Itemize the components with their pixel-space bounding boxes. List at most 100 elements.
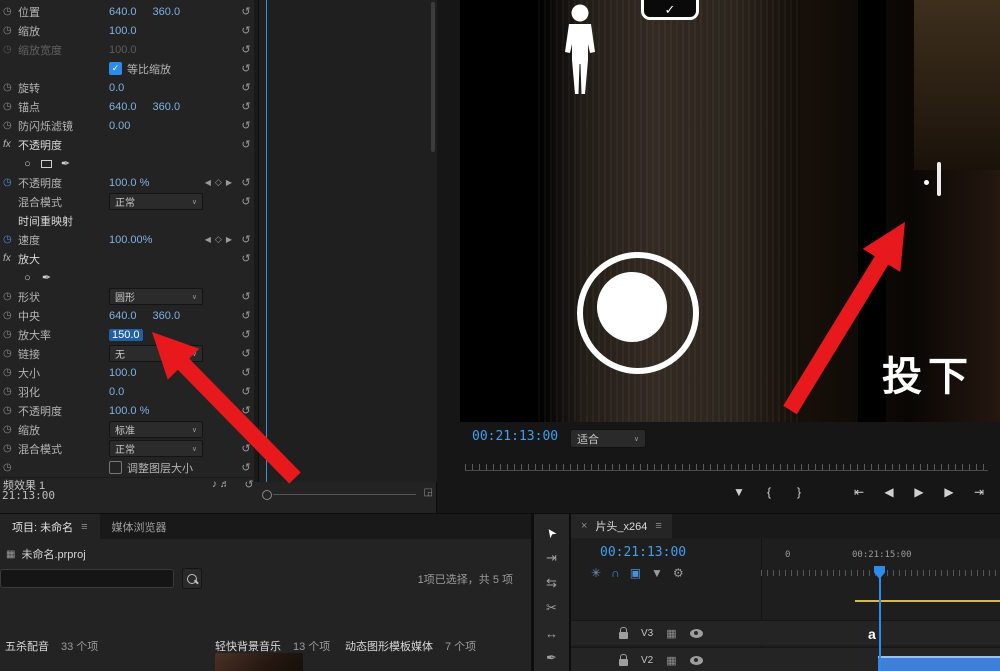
stopwatch-icon[interactable]: ◷ <box>3 348 18 359</box>
property-value[interactable]: 100.0 <box>109 367 137 379</box>
toggle-track-output-icon[interactable] <box>690 629 703 638</box>
project-file-row[interactable]: ▦ 未命名.prproj <box>6 546 86 562</box>
play-button[interactable]: ▶ <box>910 481 928 503</box>
timeline-playhead-marker[interactable] <box>874 566 885 579</box>
go-to-in-button[interactable]: ⇤ <box>850 481 868 503</box>
track-select-forward-tool[interactable]: ⇥ <box>539 548 565 568</box>
stopwatch-icon[interactable]: ◷ <box>3 462 18 473</box>
tab-media-browser[interactable]: 媒体浏览器 <box>100 514 179 539</box>
reset-icon[interactable]: ↺ <box>238 81 254 94</box>
razor-tool[interactable]: ✂ <box>539 598 565 618</box>
expand-icon[interactable]: ◲ <box>424 487 433 498</box>
timeline-clip[interactable] <box>878 656 1000 671</box>
lock-icon[interactable] <box>619 632 628 639</box>
linked-selection-icon[interactable]: ▣ <box>630 566 641 580</box>
stopwatch-icon[interactable]: ◷ <box>3 386 18 397</box>
stopwatch-icon[interactable]: ◷ <box>3 44 18 55</box>
stopwatch-icon[interactable]: ◷ <box>3 101 18 112</box>
stopwatch-icon[interactable]: ◷ <box>3 424 18 435</box>
pen-tool[interactable]: ✒ <box>539 648 565 668</box>
program-timecode[interactable]: 00:21:13:00 <box>472 429 558 444</box>
slip-tool[interactable]: ↔ <box>539 623 565 643</box>
property-value[interactable]: 640.0 <box>109 101 137 113</box>
property-value[interactable]: 360.0 <box>153 6 181 18</box>
dropdown[interactable]: 正常∨ <box>109 440 203 457</box>
stopwatch-icon[interactable]: ◷ <box>3 6 18 17</box>
effect-playhead-line[interactable] <box>266 0 267 482</box>
timeline-playhead-line[interactable] <box>879 566 881 671</box>
stopwatch-icon[interactable]: ◷ <box>3 25 18 36</box>
step-back-button[interactable]: ◀ <box>880 481 898 503</box>
ellipse-mask-icon[interactable]: ○ <box>18 272 37 284</box>
go-to-out-button[interactable]: ⇥ <box>970 481 988 503</box>
property-value[interactable]: 640.0 <box>109 6 137 18</box>
reset-icon[interactable]: ↺ <box>238 385 254 398</box>
reset-icon[interactable]: ↺ <box>238 119 254 132</box>
property-value[interactable]: 100.0 % <box>109 405 149 417</box>
stopwatch-icon[interactable]: ◷ <box>3 367 18 378</box>
dropdown[interactable]: 圆形∨ <box>109 288 203 305</box>
zoom-handle[interactable] <box>262 490 272 500</box>
reset-icon[interactable]: ↺ <box>238 404 254 417</box>
keyframe-navigator[interactable]: ◀◇▶ <box>205 177 232 188</box>
bin-item[interactable]: 动态图形模板媒体7 个项 <box>345 638 476 654</box>
sync-lock-icon[interactable]: ▦ <box>666 627 676 640</box>
lock-icon[interactable] <box>619 659 628 666</box>
panel-menu-icon[interactable]: ≡ <box>81 521 87 533</box>
property-value[interactable]: 0.0 <box>109 386 124 398</box>
reset-icon[interactable]: ↺ <box>238 366 254 379</box>
stopwatch-icon[interactable]: ◷ <box>3 120 18 131</box>
sync-lock-icon[interactable]: ▦ <box>666 654 676 667</box>
keyframe-lane[interactable] <box>258 0 437 482</box>
stopwatch-icon[interactable]: ◷ <box>3 291 18 302</box>
reset-icon[interactable]: ↺ <box>238 309 254 322</box>
ellipse-mask-icon[interactable]: ○ <box>18 158 37 170</box>
scrollbar-thumb[interactable] <box>431 2 435 152</box>
property-value[interactable]: 150.0 <box>109 329 143 341</box>
reset-icon[interactable]: ↺ <box>238 461 254 474</box>
dropdown[interactable]: 标准∨ <box>109 421 203 438</box>
stopwatch-icon[interactable]: ◷ <box>3 405 18 416</box>
search-input[interactable] <box>0 569 174 588</box>
property-value[interactable]: 640.0 <box>109 310 137 322</box>
dropdown[interactable]: 无∨ <box>109 345 203 362</box>
tab-sequence[interactable]: × 片头_x264 ≡ <box>571 514 672 538</box>
bin-item[interactable]: 轻快背景音乐13 个项 <box>215 638 330 654</box>
reset-icon[interactable]: ↺ <box>238 328 254 341</box>
reset-icon[interactable]: ↺ <box>238 176 254 189</box>
close-icon[interactable]: × <box>581 520 587 532</box>
reset-icon[interactable]: ↺ <box>238 43 254 56</box>
track-target-button[interactable]: V2 <box>641 655 653 666</box>
property-value[interactable]: 100.0 <box>109 44 137 56</box>
property-value[interactable]: 360.0 <box>153 101 181 113</box>
mark-out-button[interactable]: } <box>790 481 808 503</box>
toggle-track-output-icon[interactable] <box>690 656 703 665</box>
stopwatch-icon[interactable]: ◷ <box>3 234 18 245</box>
reset-icon[interactable]: ↺ <box>238 62 254 75</box>
property-value[interactable]: 100.0 <box>109 25 137 37</box>
add-marker-button[interactable]: ▼ <box>730 481 748 503</box>
reset-icon[interactable]: ↺ <box>238 252 254 265</box>
stopwatch-icon[interactable]: ◷ <box>3 329 18 340</box>
selection-tool[interactable]: ➤ <box>539 523 565 543</box>
reset-icon[interactable]: ↺ <box>238 100 254 113</box>
nest-toggle-icon[interactable]: ✳ <box>591 566 601 580</box>
zoom-track[interactable] <box>273 494 416 495</box>
property-value[interactable]: 0.00 <box>109 120 130 132</box>
track-target-button[interactable]: V3 <box>641 628 653 639</box>
pen-mask-icon[interactable]: ✒ <box>37 271 56 284</box>
reset-icon[interactable]: ↺ <box>238 195 254 208</box>
reset-icon[interactable]: ↺ <box>238 442 254 455</box>
stopwatch-icon[interactable]: ◷ <box>3 310 18 321</box>
property-value[interactable]: 360.0 <box>153 310 181 322</box>
step-forward-button[interactable]: ▶ <box>940 481 958 503</box>
bin-thumbnail[interactable] <box>215 653 303 671</box>
stopwatch-icon[interactable]: ◷ <box>3 177 18 188</box>
keyframe-zoom-bar[interactable]: ◲ <box>258 486 436 502</box>
zoom-fit-select[interactable]: 适合 ∨ <box>570 429 646 448</box>
timeline-settings-icon[interactable]: ⚙ <box>673 566 684 580</box>
reset-icon[interactable]: ↺ <box>238 290 254 303</box>
reset-icon[interactable]: ↺ <box>238 138 254 151</box>
stopwatch-icon[interactable]: ◷ <box>3 443 18 454</box>
pen-mask-icon[interactable]: ✒ <box>56 157 75 170</box>
